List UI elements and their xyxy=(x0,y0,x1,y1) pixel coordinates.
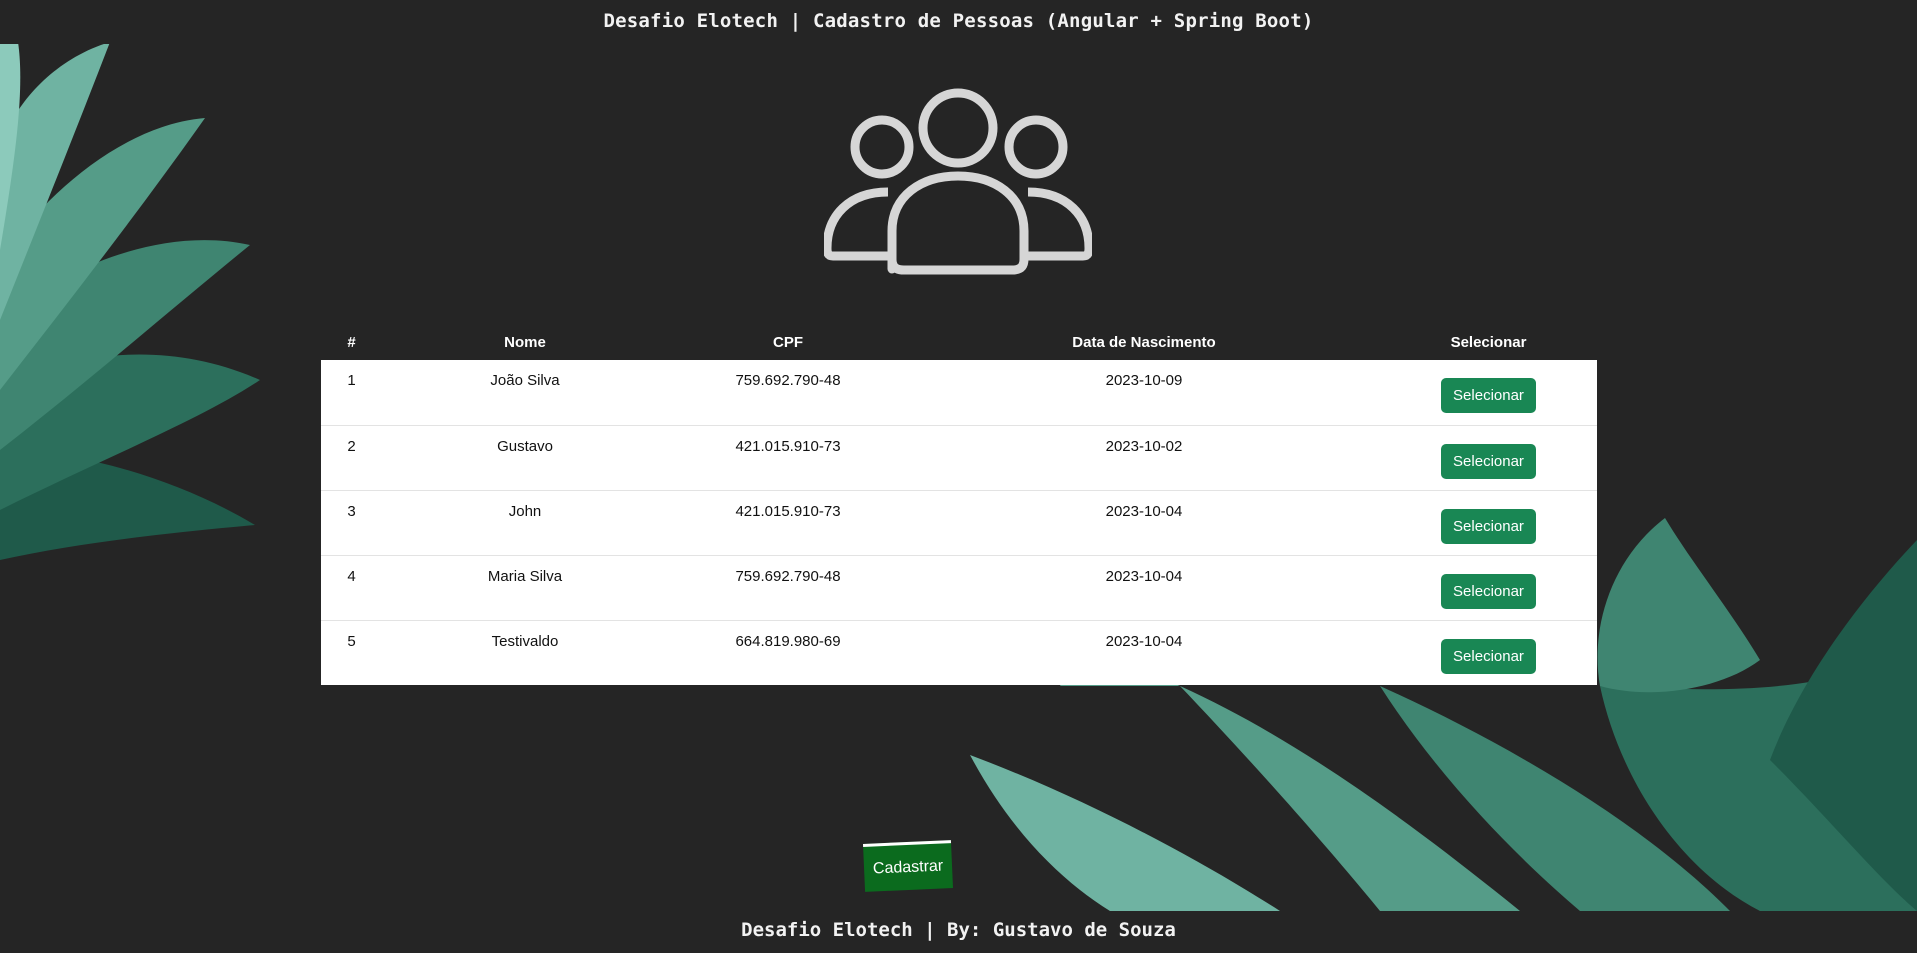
select-button[interactable]: Selecionar xyxy=(1441,573,1536,609)
people-table: # Nome CPF Data de Nascimento Selecionar… xyxy=(321,324,1597,685)
cell-data-nascimento: 2023-10-09 xyxy=(1105,372,1183,389)
table-row: 4 Maria Silva 759.692.790-48 2023-10-04 … xyxy=(321,555,1597,620)
column-header-cpf: CPF xyxy=(773,333,803,351)
cadastrar-button[interactable]: Cadastrar xyxy=(862,840,954,892)
footer: Desafio Elotech | By: Gustavo de Souza xyxy=(0,911,1917,953)
top-bar: Desafio Elotech | Cadastro de Pessoas (A… xyxy=(0,0,1917,44)
footer-text: Desafio Elotech | By: Gustavo de Souza xyxy=(741,919,1176,941)
cell-selecionar: Selecionar xyxy=(1380,555,1597,620)
table-header-row: # Nome CPF Data de Nascimento Selecionar xyxy=(321,324,1597,360)
cell-index: 3 xyxy=(347,502,356,520)
cell-selecionar: Selecionar xyxy=(1380,620,1597,685)
column-header-index: # xyxy=(347,333,356,351)
people-group-icon xyxy=(824,88,1092,275)
column-header-data-nascimento: Data de Nascimento xyxy=(1072,333,1216,351)
select-button[interactable]: Selecionar xyxy=(1441,638,1536,674)
page: Desafio Elotech | Cadastro de Pessoas (A… xyxy=(0,0,1917,953)
cell-data-nascimento: 2023-10-04 xyxy=(1105,502,1183,520)
cell-data-nascimento: 2023-10-04 xyxy=(1105,567,1183,585)
table-row: 1 João Silva 759.692.790-48 2023-10-09 S… xyxy=(321,360,1597,425)
cell-cpf: 759.692.790-48 xyxy=(735,567,841,585)
table-row: 3 John 421.015.910-73 2023-10-04 Selecio… xyxy=(321,490,1597,555)
people-table-container: # Nome CPF Data de Nascimento Selecionar… xyxy=(321,324,1597,685)
column-header-nome: Nome xyxy=(504,333,546,351)
cell-index: 2 xyxy=(347,437,356,455)
select-button[interactable]: Selecionar xyxy=(1441,378,1536,413)
cell-index: 1 xyxy=(347,372,356,389)
select-button[interactable]: Selecionar xyxy=(1441,443,1536,479)
page-title: Desafio Elotech | Cadastro de Pessoas (A… xyxy=(603,10,1314,32)
table-row: 2 Gustavo 421.015.910-73 2023-10-02 Sele… xyxy=(321,425,1597,490)
column-header-selecionar: Selecionar xyxy=(1450,333,1527,351)
cell-cpf: 421.015.910-73 xyxy=(735,437,841,455)
select-button[interactable]: Selecionar xyxy=(1441,508,1536,544)
cell-selecionar: Selecionar xyxy=(1380,425,1597,490)
cell-nome: Gustavo xyxy=(497,437,553,455)
cell-index: 5 xyxy=(347,632,356,650)
cell-nome: John xyxy=(508,502,542,520)
cell-index: 4 xyxy=(347,567,356,585)
cell-nome: João Silva xyxy=(490,372,560,389)
cell-data-nascimento: 2023-10-02 xyxy=(1105,437,1183,455)
cell-cpf: 421.015.910-73 xyxy=(735,502,841,520)
main-content: # Nome CPF Data de Nascimento Selecionar… xyxy=(0,0,1917,953)
cell-nome: Testivaldo xyxy=(491,632,559,650)
cell-selecionar: Selecionar xyxy=(1380,360,1597,425)
cell-cpf: 759.692.790-48 xyxy=(735,372,841,389)
cell-cpf: 664.819.980-69 xyxy=(735,632,841,650)
table-row: 5 Testivaldo 664.819.980-69 2023-10-04 S… xyxy=(321,620,1597,685)
cell-nome: Maria Silva xyxy=(487,567,563,585)
cell-selecionar: Selecionar xyxy=(1380,490,1597,555)
cell-data-nascimento: 2023-10-04 xyxy=(1105,632,1183,650)
